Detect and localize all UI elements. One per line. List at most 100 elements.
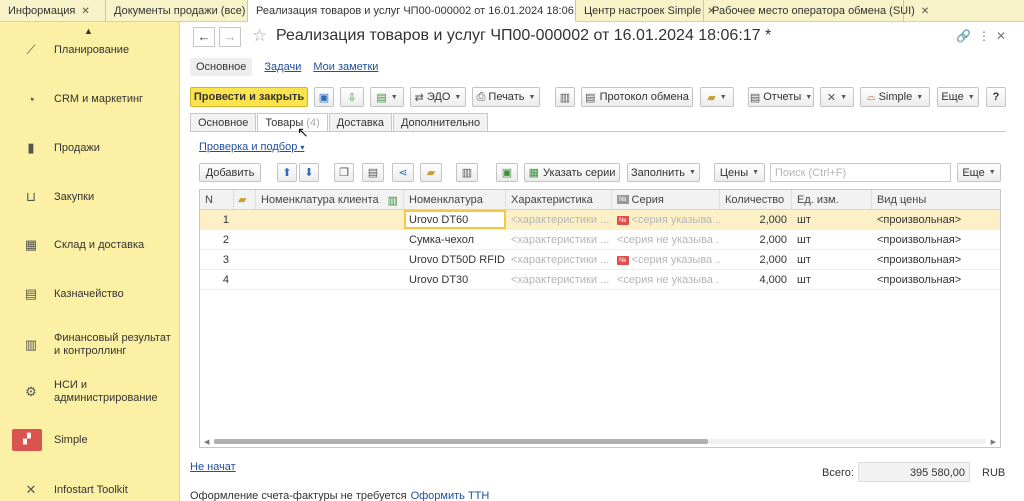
cell-series[interactable]: <серия не указыва ... <box>612 270 720 289</box>
status-link[interactable]: Не начат <box>190 461 236 473</box>
table-row[interactable]: 3 Urovo DT50D RFID <характеристики ... №… <box>200 250 1000 270</box>
tab-delivery[interactable]: Доставка <box>328 113 392 132</box>
edo-button[interactable]: ⇄ ЭДО ▼ <box>410 87 466 107</box>
cell-qty[interactable]: 4,000 <box>720 270 792 289</box>
checklist-button[interactable]: ▣ <box>496 163 518 182</box>
scroll-right-icon[interactable]: ▶ <box>991 438 996 446</box>
attachments-button[interactable]: ▰ ▼ <box>700 87 734 107</box>
table-row[interactable]: 1 Urovo DT60 <характеристики ... № <серия… <box>200 210 1000 230</box>
cell-series[interactable]: № <серия указыва ... <box>612 210 720 229</box>
cell-client-item[interactable] <box>256 230 404 249</box>
favorite-star-icon[interactable]: ☆ <box>252 26 267 46</box>
pick-button[interactable]: ▰ <box>420 163 442 182</box>
scroll-left-icon[interactable]: ◀ <box>204 438 209 446</box>
subnav-notes[interactable]: Мои заметки <box>313 61 378 73</box>
tab-realization[interactable]: Реализация товаров и услуг ЧП00-000002 о… <box>248 0 576 22</box>
column-header-client-item[interactable]: Номенклатура клиента ▥ <box>256 190 404 209</box>
print-button[interactable]: ⎙ Печать ▼ <box>472 87 540 107</box>
sidebar-item-purchases[interactable]: ⊔ Закупки <box>0 185 180 209</box>
back-button[interactable]: ← <box>193 27 215 47</box>
cell-series[interactable]: <серия не указыва ... <box>612 230 720 249</box>
cell-price-type[interactable]: <произвольная> <box>872 270 1000 289</box>
close-icon[interactable]: ✕ <box>996 29 1006 43</box>
table-row[interactable]: 2 Сумка-чехол <характеристики ... <серия… <box>200 230 1000 250</box>
exchange-log-button[interactable]: ▤ Протокол обмена <box>581 87 693 107</box>
help-button[interactable]: ? <box>986 87 1006 107</box>
column-header-item[interactable]: Номенклатура <box>404 190 506 209</box>
post-and-close-button[interactable]: Провести и закрыть <box>190 87 308 107</box>
table-row[interactable]: 4 Urovo DT30 <характеристики ... <серия … <box>200 270 1000 290</box>
cell-client-item[interactable] <box>256 250 404 269</box>
fill-button[interactable]: Заполнить ▼ <box>627 163 700 182</box>
cell-characteristic[interactable]: <характеристики ... <box>506 270 612 289</box>
cell-characteristic[interactable]: <характеристики ... <box>506 250 612 269</box>
sidebar-item-infostart[interactable]: ✕ Infostart Toolkit <box>0 478 180 501</box>
cell-price-type[interactable]: <произвольная> <box>872 230 1000 249</box>
cell-item[interactable]: Сумка-чехол <box>404 230 506 249</box>
sidebar-item-planning[interactable]: ⟋ Планирование <box>0 38 180 62</box>
cell-client-item[interactable] <box>256 270 404 289</box>
sidebar-item-finance[interactable]: ▥ Финансовый результат и контроллинг <box>0 330 180 360</box>
cell-item[interactable]: Urovo DT60 <box>404 210 506 229</box>
cell-characteristic[interactable]: <характеристики ... <box>506 210 612 229</box>
cell-unit[interactable]: шт <box>792 250 872 269</box>
goods-more-button[interactable]: Еще ▼ <box>957 163 1001 182</box>
cell-item[interactable]: Urovo DT30 <box>404 270 506 289</box>
copy-button[interactable]: ❐ <box>334 163 354 182</box>
close-icon[interactable]: ✕ <box>81 6 89 17</box>
prices-button[interactable]: Цены ▼ <box>714 163 765 182</box>
check-and-pick-link[interactable]: Проверка и подбор ▾ <box>199 141 304 153</box>
post-button[interactable]: ⇩ <box>340 87 364 107</box>
scroll-up-icon[interactable]: ▲ <box>84 26 93 36</box>
more-button[interactable]: Еще ▼ <box>937 87 979 107</box>
column-header-characteristic[interactable]: Характеристика <box>506 190 612 209</box>
simple-menu-button[interactable]: ⌓ Simple ▼ <box>860 87 930 107</box>
cell-price-type[interactable]: <произвольная> <box>872 210 1000 229</box>
column-header-unit[interactable]: Ед. изм. <box>792 190 872 209</box>
tab-main[interactable]: Основное <box>190 113 257 132</box>
cell-unit[interactable]: шт <box>792 210 872 229</box>
column-header-n[interactable]: N <box>200 190 234 209</box>
tools-button[interactable]: ✕ ▼ <box>820 87 854 107</box>
specify-series-button[interactable]: ▦ Указать серии <box>524 163 620 182</box>
barcode-button[interactable]: ▥ <box>456 163 478 182</box>
add-button[interactable]: Добавить <box>199 163 261 182</box>
horizontal-scrollbar[interactable] <box>214 439 986 444</box>
column-header-price-type[interactable]: Вид цены <box>872 190 1000 209</box>
more-icon[interactable]: ⋮ <box>978 29 990 43</box>
split-button[interactable]: ⋖ <box>392 163 414 182</box>
search-input[interactable]: Поиск (Ctrl+F) <box>770 163 951 182</box>
sidebar-item-warehouse[interactable]: ▦ Склад и доставка <box>0 233 180 257</box>
tab-goods[interactable]: Товары (4) <box>257 113 328 132</box>
cell-qty[interactable]: 2,000 <box>720 210 792 229</box>
column-header-series[interactable]: № Серия <box>612 190 720 209</box>
column-header-qty[interactable]: Количество <box>720 190 792 209</box>
subnav-main[interactable]: Основное <box>190 58 253 76</box>
cell-qty[interactable]: 2,000 <box>720 250 792 269</box>
cell-unit[interactable]: шт <box>792 230 872 249</box>
cell-item[interactable]: Urovo DT50D RFID <box>404 250 506 269</box>
link-icon[interactable]: 🔗 <box>956 29 971 43</box>
cell-client-item[interactable] <box>256 210 404 229</box>
save-button[interactable]: ▣ <box>314 87 334 107</box>
document-icon-button[interactable]: ▥ <box>555 87 575 107</box>
cell-price-type[interactable]: <произвольная> <box>872 250 1000 269</box>
tab-exchange-operator[interactable]: Рабочее место оператора обмена (SUI) ✕ <box>704 0 929 22</box>
scrollbar-thumb[interactable] <box>214 439 709 444</box>
sidebar-item-nsi[interactable]: ⚙ НСИ и администрирование <box>0 377 180 407</box>
sidebar-item-crm[interactable]: ◔ CRM и маркетинг <box>0 87 180 111</box>
tab-extra[interactable]: Дополнительно <box>392 113 489 132</box>
cell-series[interactable]: № <серия указыва ... <box>612 250 720 269</box>
tab-simple-settings[interactable]: Центр настроек Simple ✕ <box>576 0 716 22</box>
cell-characteristic[interactable]: <характеристики ... <box>506 230 612 249</box>
sidebar-item-treasury[interactable]: ▤ Казначейство <box>0 282 180 306</box>
paste-button[interactable]: ▤ <box>362 163 384 182</box>
reports-button[interactable]: ▤ Отчеты ▼ <box>748 87 814 107</box>
cell-qty[interactable]: 2,000 <box>720 230 792 249</box>
cell-unit[interactable]: шт <box>792 270 872 289</box>
forward-button[interactable]: → <box>219 27 241 47</box>
sidebar-item-sales[interactable]: ▮ Продажи <box>0 136 180 160</box>
create-based-button[interactable]: ▤ ▼ <box>370 87 404 107</box>
sidebar-item-simple[interactable]: ▞ Simple <box>0 428 180 452</box>
create-ttn-link[interactable]: Оформить ТТН <box>411 490 490 501</box>
